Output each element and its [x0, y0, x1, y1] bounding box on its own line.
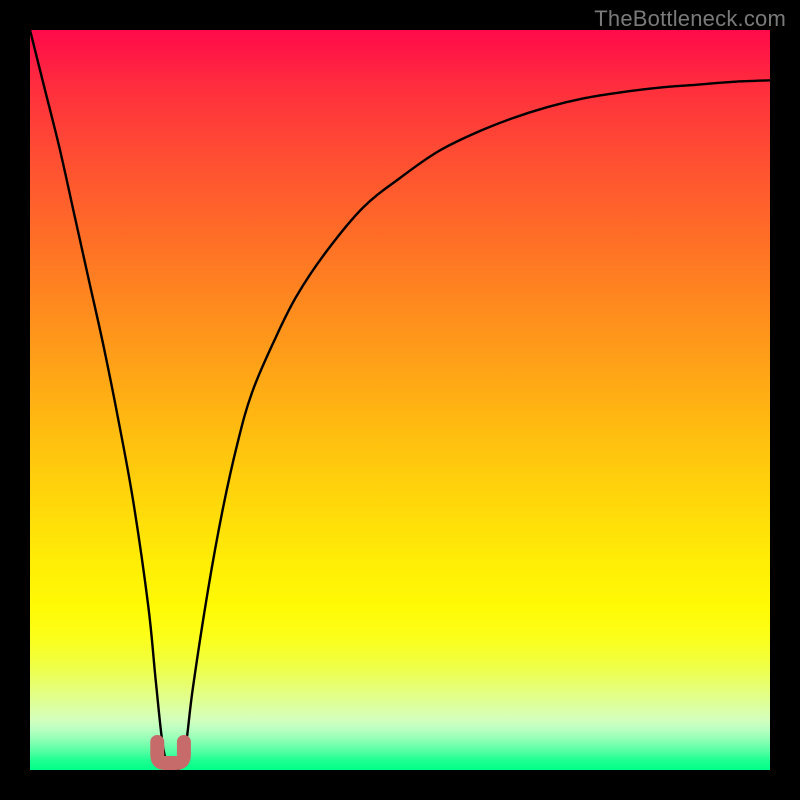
optimal-marker-path	[157, 742, 184, 763]
curve-layer	[30, 30, 770, 770]
optimal-marker	[157, 742, 184, 763]
plot-area	[30, 30, 770, 770]
watermark-text: TheBottleneck.com	[594, 6, 786, 32]
chart-frame: TheBottleneck.com	[0, 0, 800, 800]
bottleneck-curve-path	[30, 30, 770, 770]
bottleneck-curve	[30, 30, 770, 770]
